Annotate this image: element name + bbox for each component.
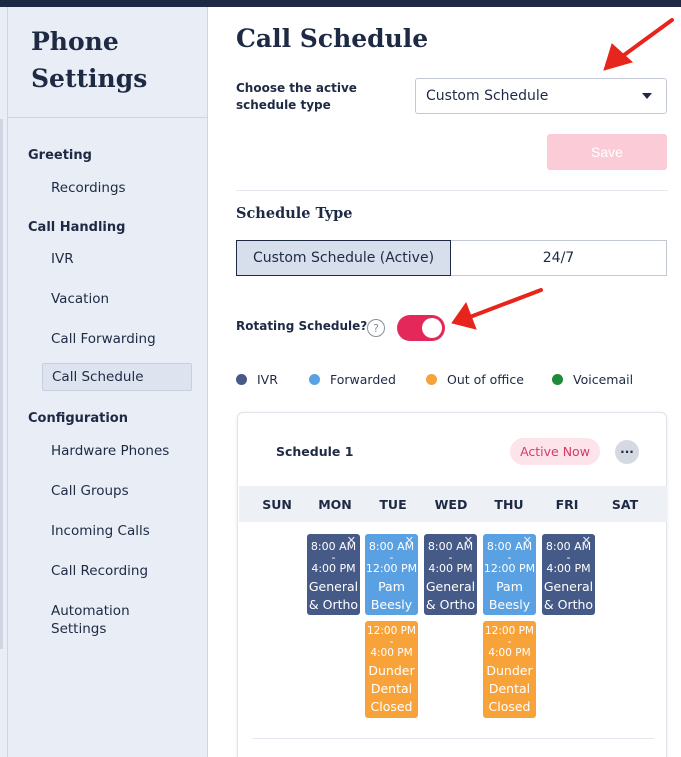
remove-block-icon[interactable]: ✕ [347,534,356,547]
block-label: & Ortho [425,597,476,612]
block-end-time: 12:00 PM [365,562,418,575]
rotating-schedule-label: Rotating Schedule? [236,319,368,333]
remove-block-icon[interactable]: ✕ [523,534,532,547]
top-bar [0,0,681,7]
schedule-type-select[interactable]: Custom Schedule [415,78,667,114]
block-label: & Ortho [543,597,594,612]
caret-down-icon [642,93,652,99]
schedule-card: Schedule 1 Active Now ··· SUN MON TUE WE… [237,412,667,757]
status-badge: Active Now [510,438,600,465]
block-label: General [543,579,594,594]
left-edge-scrollbar[interactable] [0,119,3,649]
sidebar-item-call-recording[interactable]: Call Recording [42,558,192,584]
day-fri: FRI [555,496,579,512]
section-header-call-handling: Call Handling [28,220,126,235]
annotation-arrow-toggle [451,288,543,330]
block-label: Beesly [488,597,531,612]
block-label: Dental [488,681,531,696]
sidebar-item-vacation[interactable]: Vacation [42,286,192,312]
block-label: Beesly [370,597,413,612]
day-header-row: SUN MON TUE WED THU FRI SAT [239,486,667,522]
sidebar-divider [8,117,208,118]
schedule-type-heading: Schedule Type [236,205,353,222]
remove-block-icon[interactable]: ✕ [582,534,591,547]
day-tue: TUE [379,496,407,512]
schedule-block-forwarded[interactable]: ✕ 8:00 AM - 12:00 PM Pam Beesly [365,534,418,615]
block-label: Dunder [368,663,415,678]
ivr-dot-icon [236,374,247,385]
legend-out-of-office: Out of office [426,372,524,387]
block-label: General [308,579,359,594]
schedule-block-forwarded[interactable]: ✕ 8:00 AM - 12:00 PM Pam Beesly [483,534,536,615]
day-sat: SAT [611,496,639,512]
block-label: Dental [370,681,413,696]
forwarded-dot-icon [309,374,320,385]
sidebar-item-call-groups[interactable]: Call Groups [42,478,192,504]
legend-voicemail: Voicemail [552,372,633,387]
legend-forwarded: Forwarded [309,372,396,387]
block-end-time: 12:00 PM [483,562,536,575]
toggle-knob [422,318,442,338]
help-icon[interactable]: ? [367,319,385,337]
block-end-time: 4:00 PM [370,647,413,659]
day-mon: MON [318,496,352,512]
card-divider [252,738,654,739]
sidebar-item-incoming-calls[interactable]: Incoming Calls [42,518,192,544]
block-label: Closed [488,699,531,714]
sidebar-title: Phone Settings [31,27,148,93]
sidebar-item-call-schedule[interactable]: Call Schedule [42,363,192,391]
remove-block-icon[interactable]: ✕ [405,534,414,547]
remove-block-icon[interactable]: ✕ [464,534,473,547]
block-end-time: 4:00 PM [546,562,591,575]
section-header-greeting: Greeting [28,148,92,163]
legend-label: Voicemail [573,372,634,387]
block-label: Closed [370,699,413,714]
block-end-time: 4:00 PM [311,562,356,575]
block-label: Pam [496,579,523,594]
sidebar-item-automation-settings[interactable]: Automation Settings [42,598,162,642]
schedule-block-out-of-office[interactable]: 12:00 PM - 4:00 PM Dunder Dental Closed [365,621,418,718]
sidebar-item-recordings[interactable]: Recordings [42,175,192,201]
tab-custom-schedule[interactable]: Custom Schedule (Active) [236,240,451,276]
day-wed: WED [434,496,468,512]
more-options-button[interactable]: ··· [615,440,639,464]
block-label: & Ortho [308,597,359,612]
schedule-title: Schedule 1 [276,444,354,459]
block-label: General [425,579,476,594]
schedule-block-ivr[interactable]: ✕ 8:00 AM - 4:00 PM General & Ortho [307,534,360,615]
day-thu: THU [494,496,524,512]
schedule-block-out-of-office[interactable]: 12:00 PM - 4:00 PM Dunder Dental Closed [483,621,536,718]
block-end-time: 4:00 PM [428,562,473,575]
section-header-configuration: Configuration [28,411,128,426]
voicemail-dot-icon [552,374,563,385]
legend-label: IVR [257,372,278,387]
schedule-block-ivr[interactable]: ✕ 8:00 AM - 4:00 PM General & Ortho [542,534,595,615]
rotating-schedule-toggle[interactable] [397,315,445,341]
legend-ivr: IVR [236,372,278,387]
block-label: Dunder [486,663,533,678]
block-end-time: 4:00 PM [488,647,531,659]
save-button[interactable]: Save [547,134,667,170]
day-sun: SUN [262,496,292,512]
annotation-arrow-select [603,18,674,71]
schedule-type-label: Choose the active schedule type [236,81,357,112]
page-title: Call Schedule [236,24,429,53]
section-divider [236,190,668,191]
legend-label: Forwarded [330,372,396,387]
sidebar-item-hardware-phones[interactable]: Hardware Phones [42,438,192,464]
schedule-block-ivr[interactable]: ✕ 8:00 AM - 4:00 PM General & Ortho [424,534,477,615]
sidebar: Phone Settings Greeting Recordings Call … [8,7,208,757]
out-of-office-dot-icon [426,374,437,385]
legend-label: Out of office [447,372,524,387]
sidebar-item-ivr[interactable]: IVR [42,246,192,272]
select-value: Custom Schedule [426,88,549,104]
sidebar-item-call-forwarding[interactable]: Call Forwarding [42,326,192,352]
block-label: Pam [378,579,405,594]
left-edge-strip [0,7,8,757]
tab-24-7[interactable]: 24/7 [451,240,667,276]
